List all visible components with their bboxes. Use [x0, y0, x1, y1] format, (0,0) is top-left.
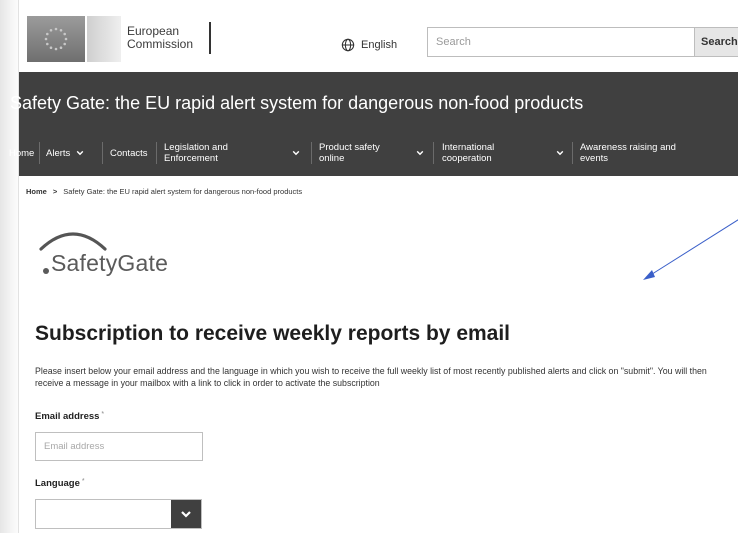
breadcrumb: Home > Safety Gate: the EU rapid alert s…: [26, 187, 302, 196]
nav-item-label-line1: Awareness raising and: [580, 142, 676, 153]
language-field-label: Language *: [35, 478, 85, 489]
main-nav: Home Alerts Contacts Legislation and Enf…: [9, 130, 738, 176]
chevron-down-icon: [181, 511, 191, 518]
language-select[interactable]: [35, 499, 202, 529]
nav-item-label-line1: Legislation and: [164, 142, 228, 153]
safety-gate-arc-icon: [39, 232, 107, 251]
nav-item-label: Product safety online: [319, 142, 380, 164]
ec-logo-line2: Commission: [127, 37, 194, 51]
site-title-band: Safety Gate: the EU rapid alert system f…: [10, 72, 738, 130]
nav-divider: [102, 142, 103, 164]
safety-gate-logo-text: SafetyGate: [51, 250, 169, 276]
intro-text: Please insert below your email address a…: [35, 366, 707, 388]
nav-item-contacts[interactable]: Contacts: [110, 130, 148, 176]
chevron-down-icon: [76, 150, 84, 156]
eu-flag-icon: [27, 16, 85, 62]
language-select-toggle[interactable]: [171, 500, 201, 528]
safety-gate-logo: SafetyGate: [29, 223, 189, 287]
nav-item-product-safety-online[interactable]: Product safety online: [319, 130, 424, 176]
nav-item-label-line1: International: [442, 142, 495, 153]
email-label: Email address *: [35, 411, 104, 422]
nav-divider: [572, 142, 573, 164]
required-marker: *: [81, 478, 85, 485]
breadcrumb-current: Safety Gate: the EU rapid alert system f…: [63, 187, 303, 196]
breadcrumb-separator: >: [52, 187, 58, 196]
nav-item-label-line2: cooperation: [442, 153, 492, 164]
nav-item-alerts[interactable]: Alerts: [46, 130, 84, 176]
breadcrumb-home-link[interactable]: Home: [26, 187, 47, 196]
building-graphic-icon: [87, 16, 121, 62]
nav-item-label: Alerts: [46, 147, 71, 159]
globe-icon: [341, 38, 355, 52]
nav-item-international-cooperation[interactable]: International cooperation: [442, 130, 564, 176]
search-box: [427, 27, 695, 57]
nav-item-label: Legislation and Enforcement: [164, 142, 228, 164]
nav-item-label: International cooperation: [442, 142, 494, 164]
search-button[interactable]: Search: [695, 27, 738, 57]
nav-item-label-line2: Enforcement: [164, 153, 218, 164]
page: European Commission English Search Safet…: [9, 0, 738, 533]
site-title[interactable]: Safety Gate: the EU rapid alert system f…: [10, 93, 583, 114]
nav-item-legislation[interactable]: Legislation and Enforcement: [164, 130, 300, 176]
nav-item-label-line2: events: [580, 153, 608, 164]
nav-divider: [433, 142, 434, 164]
nav-item-label-line2: online: [319, 153, 345, 164]
ec-logo-text: European Commission: [127, 25, 193, 51]
email-field[interactable]: [35, 432, 203, 461]
nav-divider: [156, 142, 157, 164]
european-commission-logo[interactable]: European Commission: [27, 16, 211, 62]
nav-item-label: Contacts: [110, 147, 148, 159]
chevron-down-icon: [292, 150, 300, 156]
email-label-text: Email address: [35, 411, 100, 422]
language-selector[interactable]: English: [341, 36, 397, 54]
nav-item-label: Home: [9, 147, 35, 159]
nav-item-home[interactable]: Home: [9, 130, 34, 176]
nav-item-label: Awareness raising and events: [580, 142, 676, 164]
nav-item-label-line1: Product safety: [319, 142, 380, 153]
nav-divider: [311, 142, 312, 164]
nav-divider: [39, 142, 40, 164]
top-header: European Commission English Search: [19, 0, 738, 72]
required-marker: *: [101, 411, 105, 418]
safety-gate-dot-icon: [43, 268, 49, 274]
nav-item-awareness-raising[interactable]: Awareness raising and events: [580, 130, 676, 176]
language-label: English: [361, 39, 398, 51]
chevron-down-icon: [416, 150, 424, 156]
page-title: Subscription to receive weekly reports b…: [35, 322, 511, 345]
chevron-down-icon: [556, 150, 564, 156]
language-label-text: Language: [35, 478, 80, 489]
search-input[interactable]: [428, 28, 644, 56]
logo-separator: [209, 22, 211, 54]
